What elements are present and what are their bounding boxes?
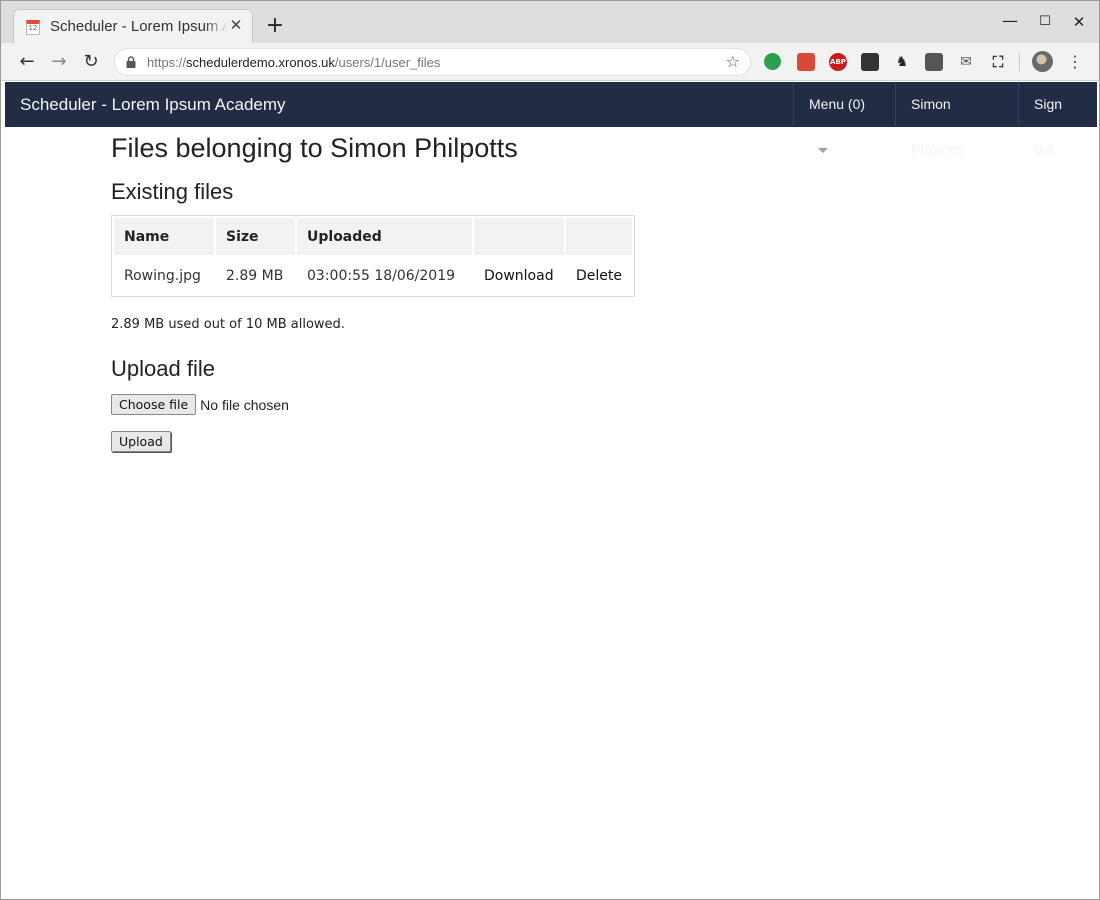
- choose-file-button[interactable]: Choose file: [111, 394, 197, 415]
- user-link[interactable]: Simon Philpotts: [895, 82, 1019, 157]
- window-close-icon[interactable]: ✕: [1067, 11, 1091, 33]
- red-extension-icon[interactable]: [797, 53, 815, 71]
- files-table: Name Size Uploaded Rowing.jpg 2.89 MB 03…: [111, 215, 635, 297]
- file-size: 2.89 MB: [226, 267, 284, 284]
- tab-title: Scheduler - Lorem Ipsum Academy: [50, 18, 228, 35]
- tab-strip: 12 Scheduler - Lorem Ipsum Academy ✕ + —…: [1, 1, 1099, 44]
- app-navbar: Scheduler - Lorem Ipsum Academy Menu (0)…: [5, 82, 1097, 157]
- tab-close-icon[interactable]: ✕: [228, 17, 244, 33]
- bookmark-star-icon[interactable]: ☆: [726, 52, 740, 71]
- download-link[interactable]: Download: [474, 257, 564, 294]
- caret-down-icon: [818, 147, 828, 153]
- profile-avatar[interactable]: [1032, 51, 1053, 72]
- evernote-icon[interactable]: [764, 53, 781, 70]
- adblock-plus-icon[interactable]: ABP: [829, 53, 847, 71]
- file-name: Rowing.jpg: [124, 267, 201, 284]
- app-brand[interactable]: Scheduler - Lorem Ipsum Academy: [20, 95, 286, 115]
- reload-icon[interactable]: ↻: [79, 50, 103, 74]
- file-uploaded: 03:00:55 18/06/2019: [307, 267, 456, 284]
- screen-capture-icon[interactable]: ⛶: [989, 53, 1007, 71]
- forward-arrow-icon[interactable]: →: [47, 50, 71, 74]
- table-row: Rowing.jpg 2.89 MB 03:00:55 18/06/2019 D…: [114, 257, 632, 294]
- page-title: Files belonging to Simon Philpotts: [111, 133, 518, 163]
- table-header-row: Name Size Uploaded: [114, 218, 632, 255]
- mail-checker-icon[interactable]: ✉: [957, 53, 975, 71]
- back-arrow-icon[interactable]: ←: [15, 50, 39, 74]
- maximize-icon[interactable]: ☐: [1033, 11, 1057, 33]
- new-tab-icon[interactable]: +: [263, 14, 287, 38]
- password-manager-icon[interactable]: [925, 53, 943, 71]
- sign-out-link[interactable]: Sign out: [1018, 82, 1097, 157]
- menu-label: Menu (0): [809, 96, 866, 112]
- browser-tab[interactable]: 12 Scheduler - Lorem Ipsum Academy ✕: [13, 9, 253, 44]
- column-header-uploaded: Uploaded: [297, 218, 472, 255]
- delete-link[interactable]: Delete: [566, 257, 632, 294]
- house-extension-icon[interactable]: [861, 53, 879, 71]
- file-input[interactable]: Choose file No file chosen: [111, 394, 289, 416]
- url-path: /users/1/user_files: [334, 55, 441, 70]
- lock-icon: [126, 56, 136, 68]
- no-file-chosen-label: No file chosen: [200, 396, 289, 413]
- upload-row: Upload: [111, 431, 171, 452]
- column-header-delete: [566, 218, 632, 255]
- gnome-extension-icon[interactable]: ♞: [893, 53, 911, 71]
- toolbar-divider: [1019, 53, 1020, 71]
- upload-button[interactable]: Upload: [111, 431, 171, 452]
- url-host: schedulerdemo.xronos.uk: [186, 55, 335, 70]
- existing-files-heading: Existing files: [111, 179, 234, 204]
- column-header-download: [474, 218, 564, 255]
- url-scheme: https://: [147, 55, 187, 70]
- storage-quota-text: 2.89 MB used out of 10 MB allowed.: [111, 317, 345, 332]
- upload-file-heading: Upload file: [111, 356, 215, 381]
- column-header-name: Name: [114, 218, 214, 255]
- browser-toolbar: ← → ↻ https://schedulerdemo.xronos.uk/us…: [1, 43, 1099, 81]
- column-header-size: Size: [216, 218, 295, 255]
- minimize-icon[interactable]: —: [998, 11, 1022, 33]
- menu-dropdown[interactable]: Menu (0): [793, 82, 895, 153]
- calendar-favicon-icon: 12: [26, 20, 40, 35]
- url-text: https://schedulerdemo.xronos.uk/users/1/…: [147, 55, 440, 70]
- browser-window: 12 Scheduler - Lorem Ipsum Academy ✕ + —…: [0, 0, 1100, 900]
- browser-menu-icon[interactable]: ⋮: [1065, 50, 1085, 74]
- address-bar[interactable]: https://schedulerdemo.xronos.uk/users/1/…: [114, 48, 751, 76]
